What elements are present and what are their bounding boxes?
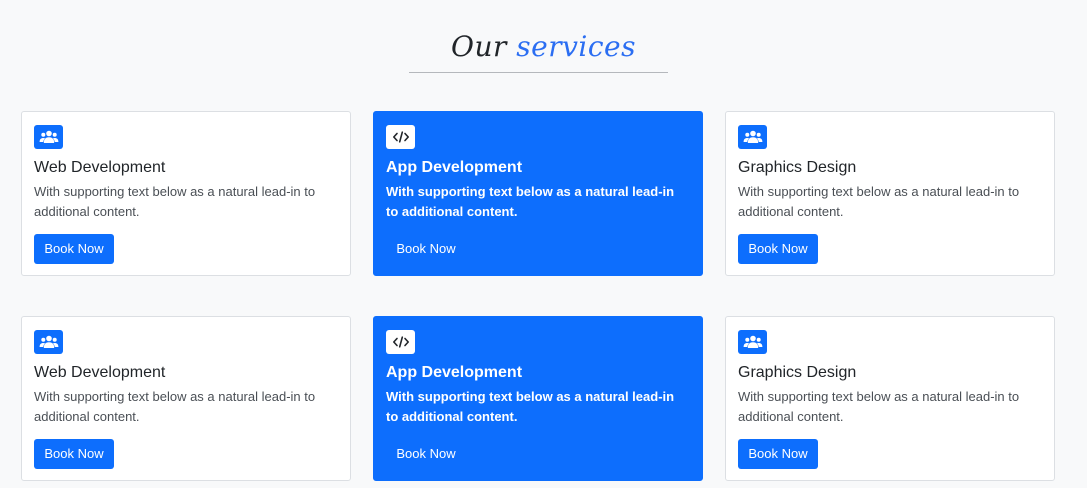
users-icon	[738, 330, 767, 354]
book-now-button[interactable]: Book Now	[738, 234, 818, 264]
section-header: Our services	[0, 0, 1087, 67]
service-card-web-development: Web Development With supporting text bel…	[21, 316, 351, 481]
card-text: With supporting text below as a natural …	[386, 389, 675, 424]
section-title-underline	[409, 72, 668, 73]
card-text: With supporting text below as a natural …	[386, 184, 675, 219]
card-title: App Development	[386, 364, 523, 381]
book-now-button[interactable]: Book Now	[738, 439, 818, 469]
service-card-web-development: Web Development With supporting text bel…	[21, 111, 351, 276]
users-icon	[34, 125, 63, 149]
card-title: Graphics Design	[738, 159, 857, 176]
users-icon	[34, 330, 63, 354]
service-card-graphics-design: Graphics Design With supporting text bel…	[725, 316, 1055, 481]
code-icon	[386, 125, 415, 149]
book-now-button[interactable]: Book Now	[34, 439, 114, 469]
card-title: Web Development	[34, 159, 166, 176]
service-card-app-development: App Development With supporting text bel…	[373, 111, 703, 276]
card-title: Graphics Design	[738, 364, 857, 381]
service-card-app-development: App Development With supporting text bel…	[373, 316, 703, 481]
users-icon	[738, 125, 767, 149]
code-icon	[386, 330, 415, 354]
book-now-button[interactable]: Book Now	[386, 234, 466, 264]
card-text: With supporting text below as a natural …	[34, 389, 316, 424]
card-text: With supporting text below as a natural …	[738, 184, 1020, 219]
book-now-button[interactable]: Book Now	[386, 439, 466, 469]
card-text: With supporting text below as a natural …	[34, 184, 316, 219]
section-title: Our services	[0, 0, 1087, 67]
book-now-button[interactable]: Book Now	[34, 234, 114, 264]
card-title: App Development	[386, 159, 523, 176]
service-card-graphics-design: Graphics Design With supporting text bel…	[725, 111, 1055, 276]
card-title: Web Development	[34, 364, 166, 381]
card-text: With supporting text below as a natural …	[738, 389, 1020, 424]
section-title-accent: services	[516, 30, 636, 63]
section-title-lead: Our	[451, 30, 507, 63]
